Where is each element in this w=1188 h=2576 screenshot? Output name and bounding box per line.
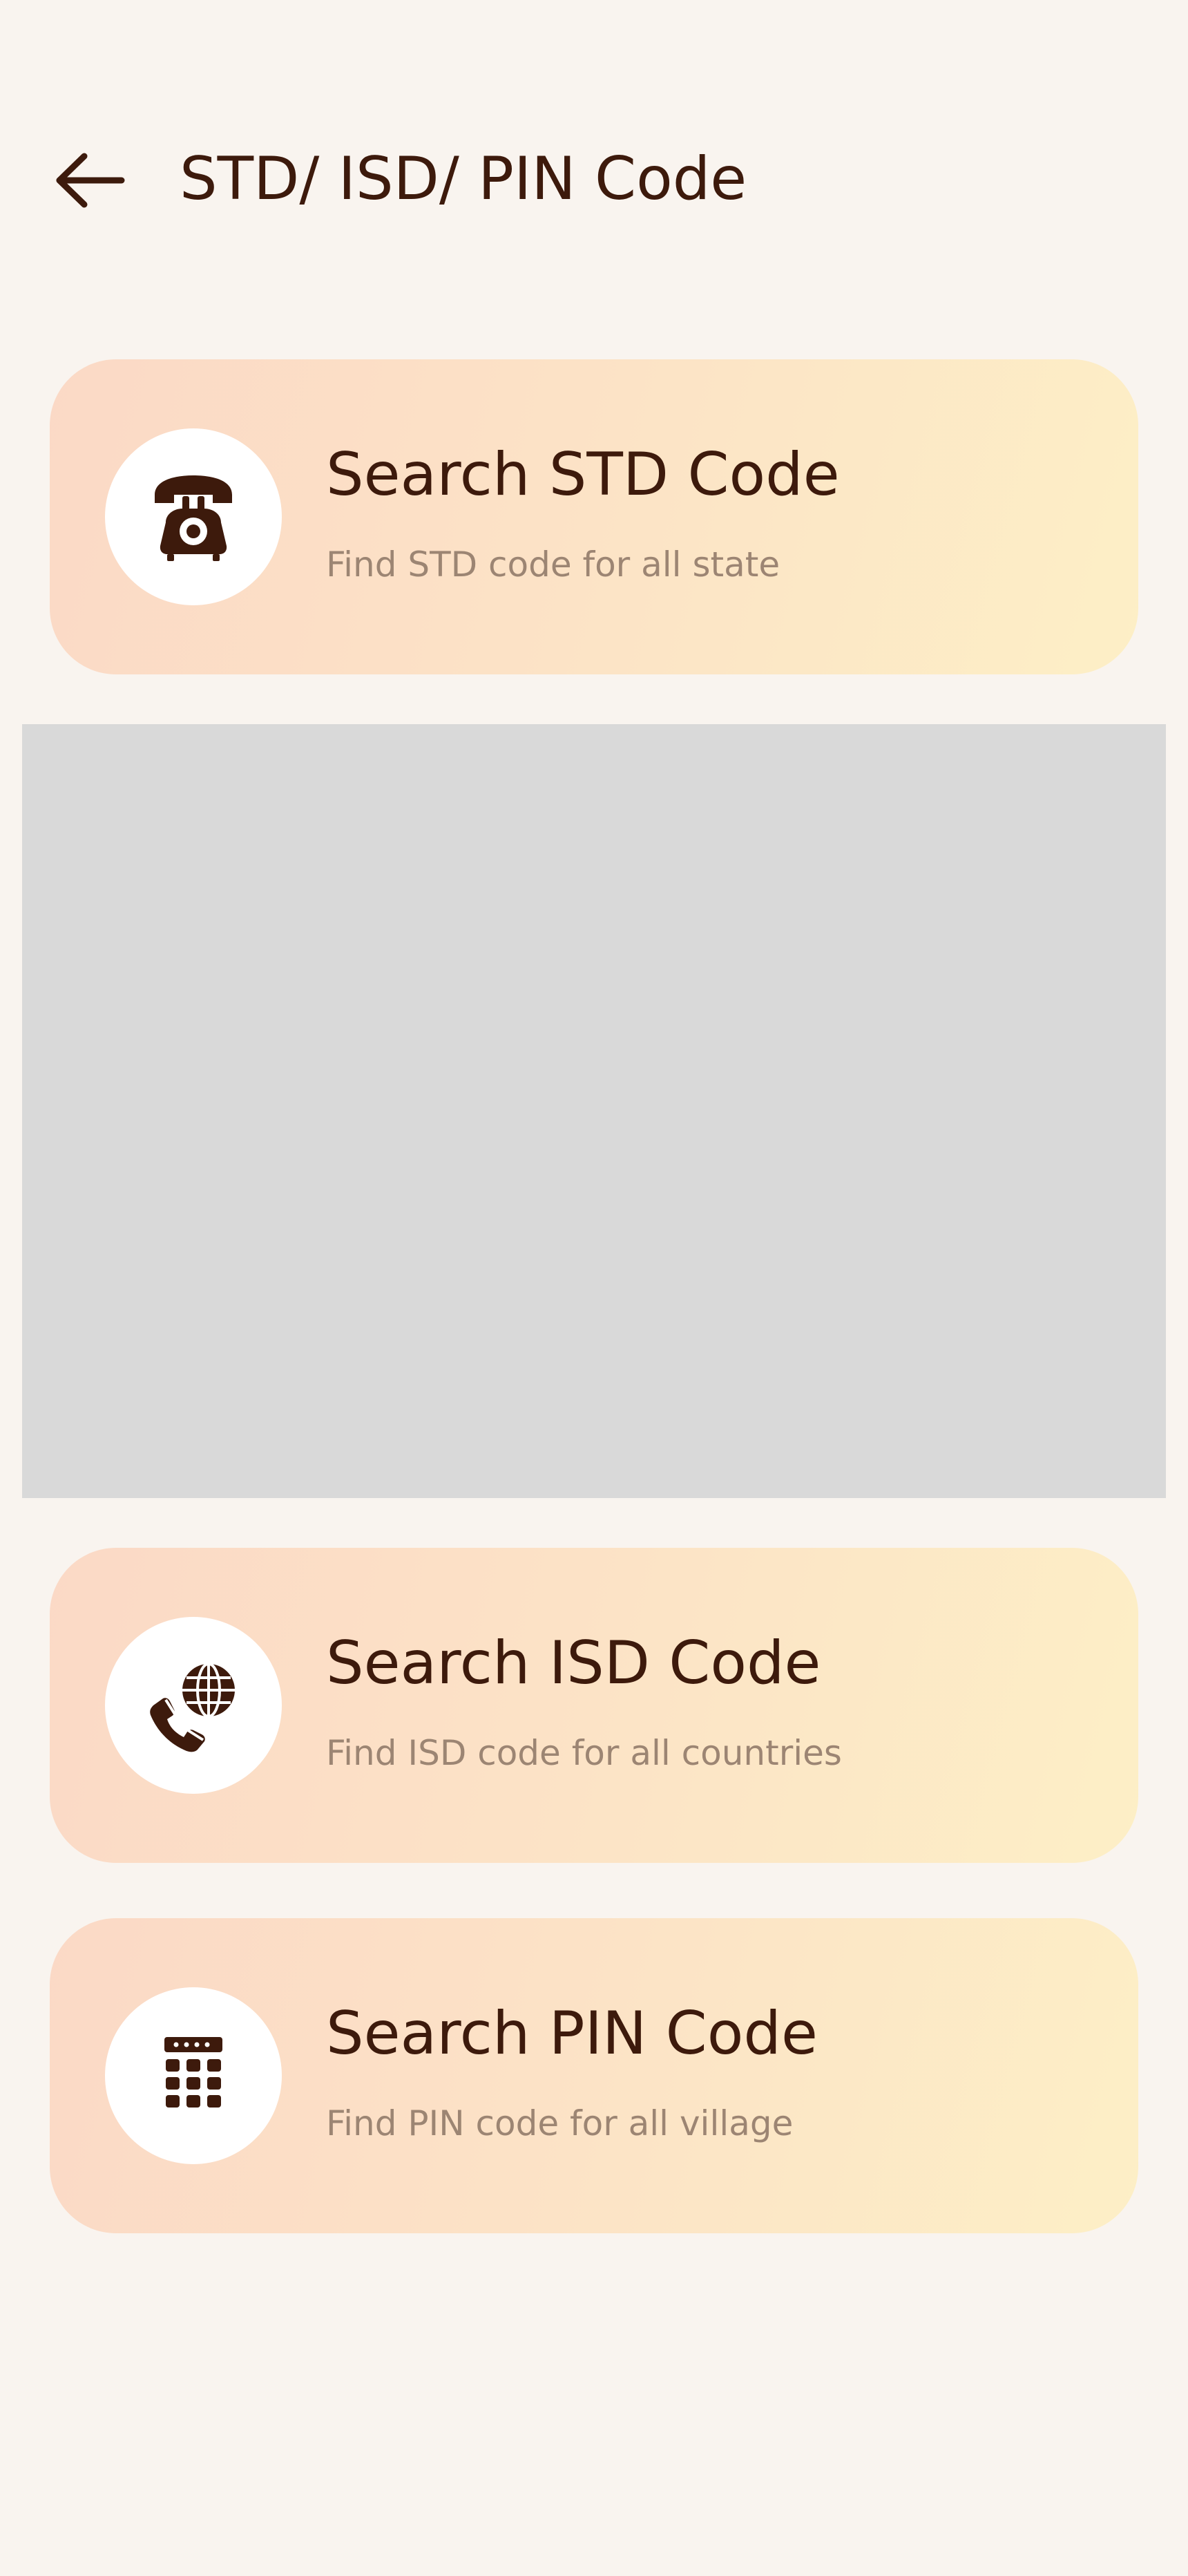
app-header: STD/ ISD/ PIN Code — [0, 124, 1188, 235]
telephone-icon — [155, 475, 232, 561]
ad-banner-placeholder — [22, 724, 1166, 1498]
card-subtitle: Find PIN code for all village — [326, 2103, 794, 2143]
phone-globe-icon — [150, 1663, 235, 1752]
card-subtitle: Find STD code for all state — [326, 544, 780, 585]
search-isd-card[interactable]: Search ISD Code Find ISD code for all co… — [50, 1548, 1138, 1863]
card-title: Search PIN Code — [326, 1999, 818, 2068]
card-title: Search STD Code — [326, 440, 840, 509]
arrow-left-icon — [56, 153, 125, 208]
std-icon-circle — [105, 428, 282, 605]
page-title: STD/ ISD/ PIN Code — [180, 144, 747, 214]
pin-icon-circle — [105, 1987, 282, 2164]
back-button[interactable] — [52, 149, 135, 211]
pin-grid-icon — [164, 2037, 222, 2108]
card-subtitle: Find ISD code for all countries — [326, 1733, 842, 1773]
search-std-card[interactable]: Search STD Code Find STD code for all st… — [50, 359, 1138, 674]
isd-icon-circle — [105, 1617, 282, 1794]
search-pin-card[interactable]: Search PIN Code Find PIN code for all vi… — [50, 1918, 1138, 2233]
card-title: Search ISD Code — [326, 1629, 821, 1698]
